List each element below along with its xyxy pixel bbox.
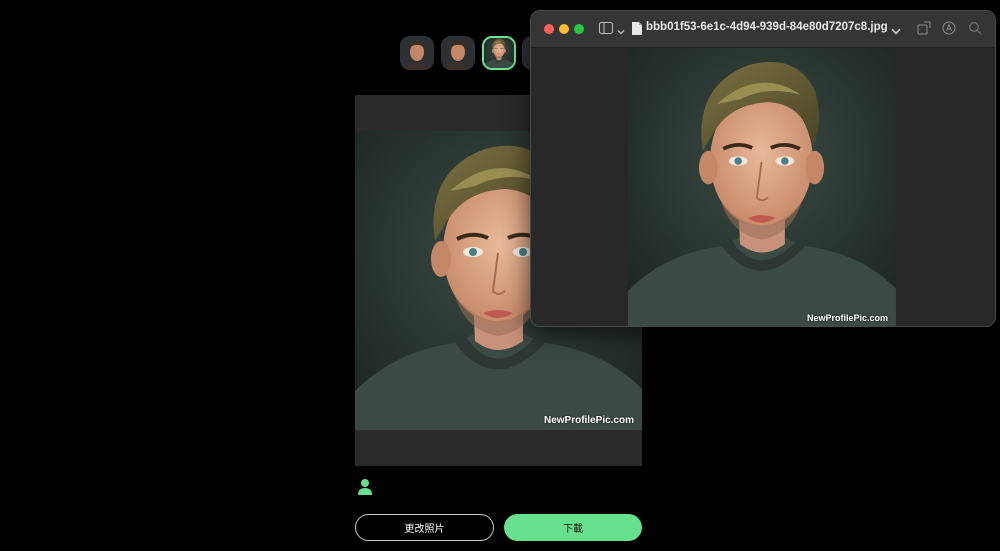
- chevron-down-icon[interactable]: [617, 23, 625, 35]
- search-icon[interactable]: [968, 21, 982, 35]
- portrait-thumbnail-image: [400, 36, 434, 70]
- share-icon[interactable]: [917, 21, 931, 35]
- minimize-window-button[interactable]: [559, 24, 569, 34]
- window-titlebar[interactable]: bbb01f53-6e1c-4d94-939d-84e80d7207c8.jpg: [531, 11, 995, 48]
- watermark-text: NewProfilePic.com: [543, 415, 634, 426]
- close-window-button[interactable]: [544, 24, 554, 34]
- person-icon: [357, 478, 373, 495]
- portrait-thumbnail-image: [484, 38, 514, 68]
- style-thumbnail[interactable]: [400, 36, 434, 70]
- change-photo-button[interactable]: 更改照片: [355, 514, 494, 541]
- window-title: bbb01f53-6e1c-4d94-939d-84e80d7207c8.jpg: [646, 21, 888, 33]
- watermark-text: NewProfilePic.com: [806, 313, 888, 323]
- document-icon: [632, 22, 642, 35]
- style-thumbnail[interactable]: [441, 36, 475, 70]
- portrait-thumbnail-image: [441, 36, 475, 70]
- download-button[interactable]: 下載: [504, 514, 642, 541]
- style-thumbnail-selected[interactable]: [482, 36, 516, 70]
- chevron-down-icon[interactable]: [891, 23, 901, 35]
- markup-icon[interactable]: [942, 21, 956, 35]
- zoom-window-button[interactable]: [574, 24, 584, 34]
- image-preview-window: bbb01f53-6e1c-4d94-939d-84e80d7207c8.jpg…: [530, 10, 996, 327]
- preview-portrait-image: NewProfilePic.com: [628, 48, 896, 326]
- preview-canvas: NewProfilePic.com: [531, 48, 995, 326]
- sidebar-toggle-icon[interactable]: [599, 22, 613, 34]
